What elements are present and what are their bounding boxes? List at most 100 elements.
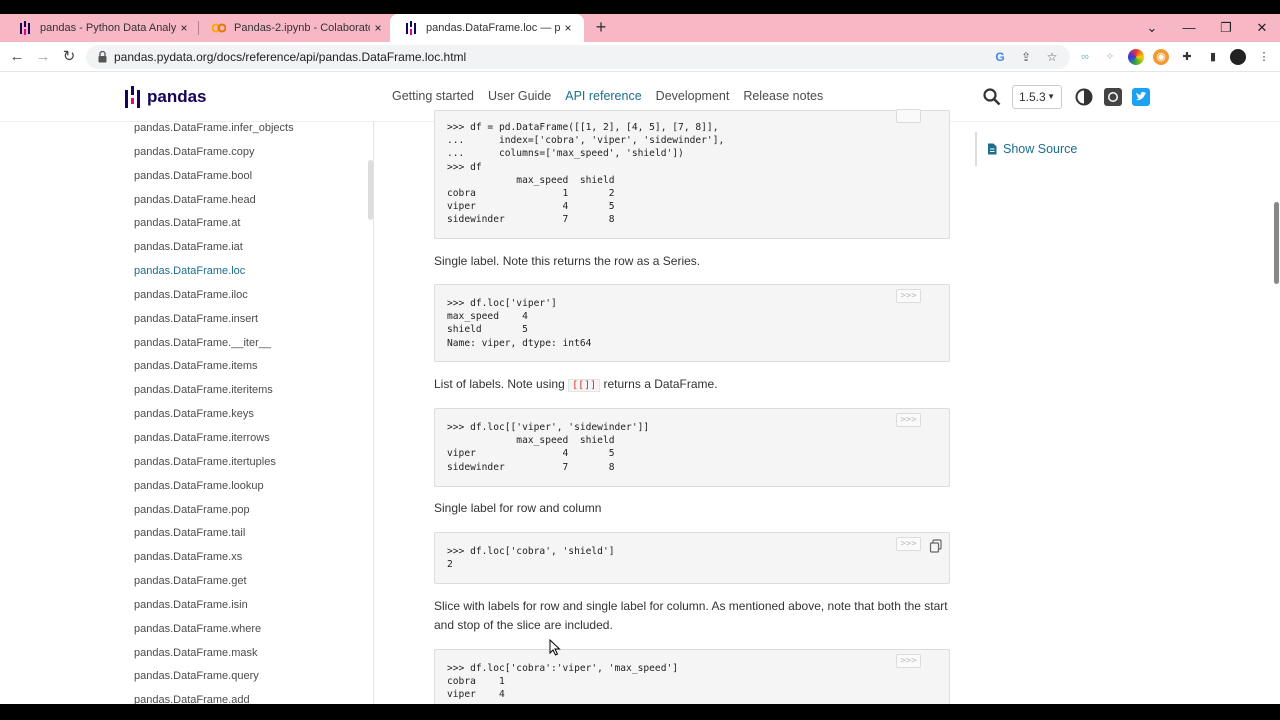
sidebar-item-iloc[interactable]: pandas.DataFrame.iloc [134, 289, 294, 313]
paragraph-text: returns a DataFrame. [600, 377, 718, 391]
nav-development[interactable]: Development [656, 89, 730, 103]
profile-avatar[interactable] [1230, 49, 1246, 65]
reload-icon[interactable]: ↻ [58, 46, 80, 68]
browser-menu-icon[interactable]: ⋮ [1256, 49, 1272, 65]
sidebar-item-tail[interactable]: pandas.DataFrame.tail [134, 527, 294, 551]
extension-grey-icon[interactable]: ✧ [1102, 49, 1118, 65]
sidebar-item-add[interactable]: pandas.DataFrame.add [134, 694, 294, 704]
sidebar-item-copy[interactable]: pandas.DataFrame.copy [134, 146, 294, 170]
google-icon[interactable]: G [992, 49, 1008, 65]
sidebar-item-pop[interactable]: pandas.DataFrame.pop [134, 504, 294, 528]
extension-orange-icon[interactable]: ◉ [1153, 49, 1169, 65]
address-bar[interactable]: pandas.pydata.org/docs/reference/api/pan… [86, 45, 1070, 69]
forward-icon[interactable]: → [32, 46, 54, 68]
sidebar-item-loc[interactable]: pandas.DataFrame.loc [134, 265, 294, 289]
sidebar-item-where[interactable]: pandas.DataFrame.where [134, 623, 294, 647]
code-example-row-and-column: >>> df.loc['cobra', 'shield'] 2 >>> [434, 532, 950, 584]
prompt-toggle-button[interactable]: >>> [896, 654, 921, 668]
close-window-icon[interactable]: ✕ [1244, 14, 1280, 42]
paragraph: Slice with labels for row and single lab… [434, 599, 948, 632]
extension-link-icon[interactable]: ∞ [1077, 49, 1093, 65]
sidebar-item-get[interactable]: pandas.DataFrame.get [134, 575, 294, 599]
close-tab-icon[interactable]: × [176, 21, 192, 35]
sidebar-item-bool[interactable]: pandas.DataFrame.bool [134, 170, 294, 194]
paragraph: List of labels. Note using [[]] returns … [434, 375, 950, 395]
paragraph-text: List of labels. Note using [434, 377, 569, 391]
code-example-list-of-labels: >>> df.loc[['viper', 'sidewinder']] max_… [434, 408, 950, 487]
sidebar-scrollbar[interactable] [368, 160, 373, 220]
nav-release-notes[interactable]: Release notes [743, 89, 823, 103]
github-icon[interactable] [1104, 88, 1122, 106]
sidebar-item-isin[interactable]: pandas.DataFrame.isin [134, 599, 294, 623]
restore-icon[interactable]: ❐ [1208, 14, 1244, 42]
prompt-toggle-button[interactable]: >>> [896, 413, 921, 427]
browser-tab-dataframe-loc[interactable]: pandas.DataFrame.loc — pandas × [390, 14, 584, 42]
page-scrollbar[interactable] [1274, 202, 1279, 284]
lock-icon [98, 50, 107, 68]
close-tab-icon[interactable]: × [560, 21, 576, 35]
left-sidebar: pandas.DataFrame.infer_objects pandas.Da… [0, 122, 374, 704]
side-panel-icon[interactable]: ▮ [1205, 49, 1221, 65]
sidebar-item-iter[interactable]: pandas.DataFrame.__iter__ [134, 337, 294, 361]
extensions-puzzle-icon[interactable]: ✚ [1179, 49, 1195, 65]
sidebar-item-infer-objects[interactable]: pandas.DataFrame.infer_objects [134, 122, 294, 146]
nav-getting-started[interactable]: Getting started [392, 89, 474, 103]
main-content: >>> df = pd.DataFrame([[1, 2], [4, 5], [… [374, 109, 964, 704]
tab-title: pandas.DataFrame.loc — pandas [426, 22, 560, 34]
share-icon[interactable]: ⇪ [1018, 49, 1034, 65]
paragraph: Single label for row and column [434, 501, 602, 515]
sidebar-item-iat[interactable]: pandas.DataFrame.iat [134, 241, 294, 265]
sidebar-item-mask[interactable]: pandas.DataFrame.mask [134, 647, 294, 671]
version-switcher[interactable]: 1.5.3 ▼ [1012, 85, 1062, 109]
copy-icon[interactable] [929, 539, 943, 553]
bookmark-star-icon[interactable]: ☆ [1044, 49, 1060, 65]
nav-user-guide[interactable]: User Guide [488, 89, 551, 103]
minimize-icon[interactable]: — [1171, 14, 1207, 42]
paragraph: Single label. Note this returns the row … [434, 254, 701, 268]
sidebar-item-query[interactable]: pandas.DataFrame.query [134, 670, 294, 694]
search-icon[interactable] [983, 88, 1001, 106]
sidebar-nav-list: pandas.DataFrame.infer_objects pandas.Da… [134, 122, 294, 704]
web-page: pandas Getting started User Guide API re… [0, 72, 1280, 704]
version-label: 1.5.3 [1019, 90, 1046, 104]
tab-title: pandas - Python Data Analysis Li [40, 22, 176, 34]
sidebar-item-insert[interactable]: pandas.DataFrame.insert [134, 313, 294, 337]
pandas-logo[interactable]: pandas [125, 86, 207, 108]
show-source-link[interactable]: Show Source [975, 132, 1077, 166]
back-icon[interactable]: ← [6, 46, 28, 68]
close-tab-icon[interactable]: × [370, 21, 386, 35]
inline-code: [[]] [568, 379, 601, 392]
new-tab-button[interactable]: + [590, 16, 612, 38]
sidebar-item-keys[interactable]: pandas.DataFrame.keys [134, 408, 294, 432]
file-icon [988, 143, 997, 155]
browser-tab-pandas-home[interactable]: pandas - Python Data Analysis Li × [4, 14, 200, 42]
prompt-toggle-button[interactable]: >>> [896, 537, 921, 551]
extension-color-icon[interactable] [1128, 49, 1144, 65]
twitter-icon[interactable] [1132, 88, 1150, 106]
tab-search-icon[interactable]: ⌄ [1134, 14, 1170, 42]
sidebar-item-iteritems[interactable]: pandas.DataFrame.iteritems [134, 384, 294, 408]
prompt-toggle-button[interactable] [896, 109, 921, 123]
prompt-toggle-button[interactable]: >>> [896, 289, 921, 303]
sidebar-item-lookup[interactable]: pandas.DataFrame.lookup [134, 480, 294, 504]
pandas-logo-icon [125, 86, 141, 108]
browser-toolbar: ← → ↻ pandas.pydata.org/docs/reference/a… [0, 42, 1280, 72]
code-example-dataframe: >>> df = pd.DataFrame([[1, 2], [4, 5], [… [434, 109, 950, 239]
code-text: >>> df = pd.DataFrame([[1, 2], [4, 5], [… [447, 122, 725, 226]
theme-toggle-icon[interactable] [1075, 88, 1093, 106]
sidebar-item-items[interactable]: pandas.DataFrame.items [134, 360, 294, 384]
show-source-label: Show Source [1003, 142, 1078, 156]
pandas-favicon-icon [404, 21, 418, 35]
code-text: >>> df.loc[['viper', 'sidewinder']] max_… [447, 422, 650, 473]
sidebar-item-head[interactable]: pandas.DataFrame.head [134, 194, 294, 218]
chevron-down-icon: ▼ [1047, 92, 1055, 101]
top-nav: Getting started User Guide API reference… [392, 89, 837, 103]
nav-api-reference[interactable]: API reference [565, 89, 641, 103]
browser-tab-colab[interactable]: Pandas-2.ipynb - Colaboratory × [198, 14, 394, 42]
sidebar-item-xs[interactable]: pandas.DataFrame.xs [134, 551, 294, 575]
url-text: pandas.pydata.org/docs/reference/api/pan… [114, 50, 467, 64]
sidebar-item-itertuples[interactable]: pandas.DataFrame.itertuples [134, 456, 294, 480]
sidebar-item-iterrows[interactable]: pandas.DataFrame.iterrows [134, 432, 294, 456]
colab-favicon-icon [212, 21, 226, 35]
sidebar-item-at[interactable]: pandas.DataFrame.at [134, 217, 294, 241]
